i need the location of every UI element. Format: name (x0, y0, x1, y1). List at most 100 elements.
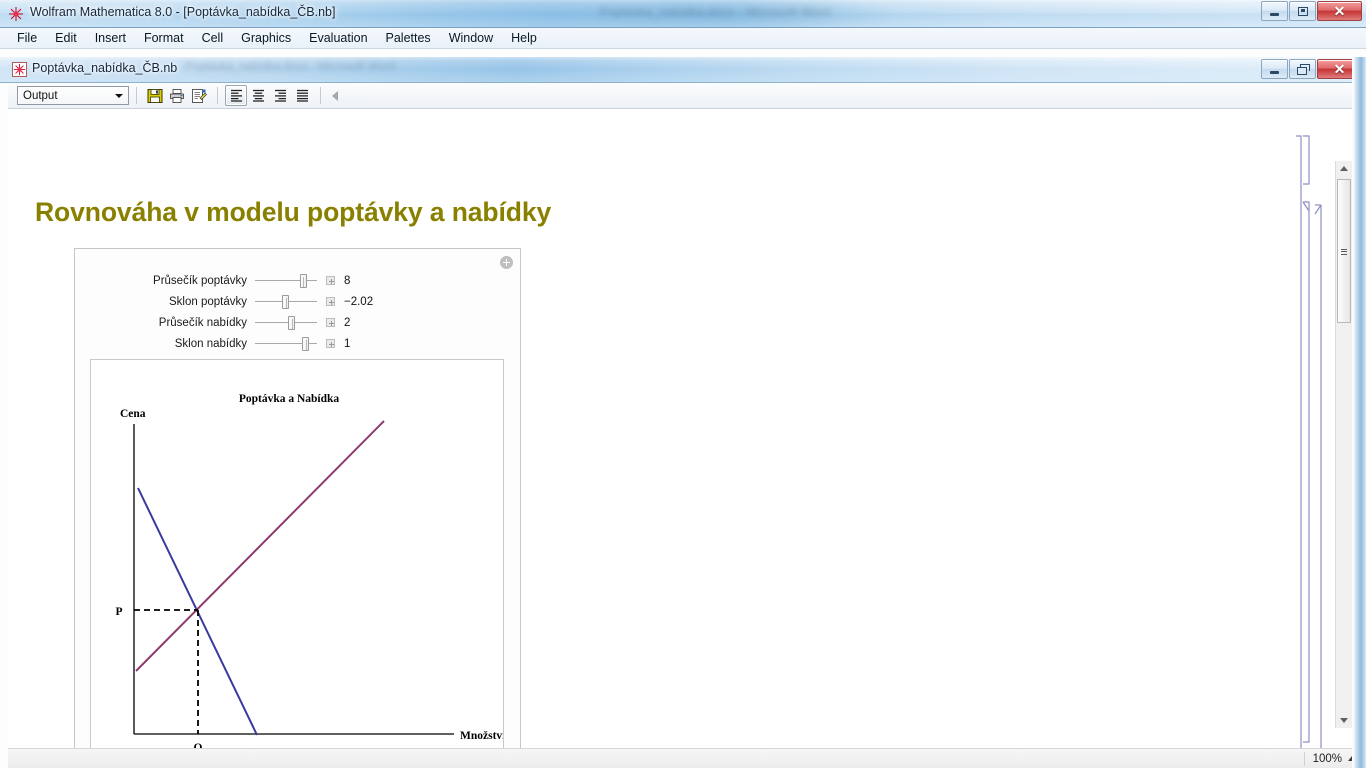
slider-sklon-poptavky[interactable] (255, 294, 317, 310)
save-button[interactable] (144, 85, 166, 106)
menu-bar: File Edit Insert Format Cell Graphics Ev… (0, 28, 1366, 49)
cell-style-select[interactable]: Output (17, 86, 129, 105)
main-window-controls: ✕ (1261, 1, 1362, 21)
triangle-up-icon (1340, 166, 1348, 171)
close-icon: ✕ (1333, 3, 1346, 19)
menu-item-help[interactable]: Help (502, 29, 546, 47)
align-center-button[interactable] (247, 85, 269, 106)
menu-item-cell[interactable]: Cell (193, 29, 233, 47)
slider-prusecik-poptavky[interactable] (255, 273, 317, 289)
notebook-restore-button[interactable] (1289, 59, 1316, 79)
window-right-edge (1352, 57, 1366, 768)
align-right-button[interactable] (269, 85, 291, 106)
align-left-icon (230, 89, 242, 102)
background-window-title-blurred: Poptávka_nabídka.docx - Microsoft Word (600, 5, 831, 19)
print-button[interactable] (166, 85, 188, 106)
slider-knob[interactable] (288, 315, 296, 330)
plot-svg: Poptávka a Nabídka Cena Množství P Q (115, 393, 503, 748)
minimize-button[interactable] (1261, 1, 1288, 21)
toolbar-separator (136, 87, 137, 104)
manipulate-controls: Průsečík poptávky 8 Sklon poptávky −2.02… (75, 270, 520, 354)
page-title: Rovnováha v modelu poptávky a nabídky (35, 197, 552, 227)
align-right-icon (274, 89, 286, 102)
plus-settings-icon[interactable] (500, 256, 513, 269)
control-expand-button[interactable] (326, 297, 335, 306)
minimize-icon (1270, 12, 1279, 16)
background-window-title-blurred-secondary: Poptávka_nabídka.docx - Microsoft Word (185, 61, 396, 73)
cell-bracket-output[interactable] (1302, 201, 1310, 743)
mathematica-application-window: Poptávka_nabídka.docx - Microsoft Word W… (0, 0, 1366, 768)
minimize-icon (1270, 70, 1279, 74)
close-icon: ✕ (1333, 61, 1346, 77)
cell-bracket-title[interactable] (1303, 135, 1310, 185)
toolbar-separator-3 (320, 87, 321, 104)
control-label: Sklon poptávky (169, 295, 247, 308)
control-value: −2.02 (344, 295, 374, 308)
left-arrow-icon[interactable] (332, 90, 338, 101)
align-left-button[interactable] (225, 85, 247, 106)
control-value: 8 (344, 274, 351, 287)
cell-bracket-group[interactable] (1314, 204, 1322, 748)
control-value: 2 (344, 316, 351, 329)
control-row-sklon-poptavky: Sklon poptávky −2.02 (75, 291, 520, 312)
slider-track (255, 322, 317, 323)
slider-knob[interactable] (282, 294, 290, 309)
menu-item-window[interactable]: Window (440, 29, 502, 47)
scroll-grip-icon (1341, 247, 1347, 255)
control-row-prusecik-nabidky: Průsečík nabídky 2 (75, 312, 520, 333)
slider-track (255, 280, 317, 281)
slider-sklon-nabidky[interactable] (255, 336, 317, 352)
y-axis-label: Cena (120, 408, 146, 420)
menu-item-edit[interactable]: Edit (46, 29, 86, 47)
slider-knob[interactable] (302, 336, 310, 351)
control-value: 1 (344, 337, 351, 350)
main-window-title: Wolfram Mathematica 8.0 - [Poptávka_nabí… (30, 5, 336, 19)
close-button[interactable]: ✕ (1317, 1, 1362, 21)
notebook-minimize-button[interactable] (1261, 59, 1288, 79)
control-expand-button[interactable] (326, 276, 335, 285)
print-preview-icon (192, 88, 207, 103)
menu-item-file[interactable]: File (8, 29, 46, 47)
align-justify-icon (296, 89, 308, 102)
printer-icon (170, 88, 184, 103)
cell-bracket-gutter (1296, 109, 1330, 748)
plot-title: Poptávka a Nabídka (239, 393, 340, 405)
maximize-button[interactable] (1289, 1, 1316, 21)
mathematica-spikey-icon (9, 7, 23, 21)
control-expand-button[interactable] (326, 339, 335, 348)
cell-style-value: Output (23, 89, 58, 102)
print-preview-button[interactable] (188, 85, 210, 106)
equilibrium-price-label: P (115, 606, 122, 618)
menu-item-palettes[interactable]: Palettes (377, 29, 440, 47)
notebook-window-controls: ✕ (1261, 59, 1362, 79)
status-bar: 100% (8, 748, 1366, 768)
menu-item-format[interactable]: Format (135, 29, 193, 47)
control-expand-button[interactable] (326, 318, 335, 327)
toolbar-separator-2 (217, 87, 218, 104)
notebook-title-bar: Poptávka_nabídka.docx - Microsoft Word P… (0, 57, 1366, 83)
control-label: Sklon nabídky (174, 337, 247, 350)
restore-icon (1297, 64, 1310, 75)
zoom-level[interactable]: 100% (1313, 753, 1342, 765)
notebook-canvas: Rovnováha v modelu poptávky a nabídky Pr… (8, 109, 1366, 748)
scrollbar-thumb[interactable] (1337, 179, 1351, 323)
vertical-scrollbar[interactable] (1335, 161, 1352, 728)
align-justify-button[interactable] (291, 85, 313, 106)
slider-prusecik-nabidky[interactable] (255, 315, 317, 331)
control-row-sklon-nabidky: Sklon nabídky 1 (75, 333, 520, 354)
notebook-window: Poptávka_nabídka.docx - Microsoft Word P… (0, 57, 1366, 768)
scroll-down-button[interactable] (1336, 713, 1352, 728)
main-title-bar: Poptávka_nabídka.docx - Microsoft Word W… (0, 0, 1366, 28)
scroll-up-button[interactable] (1336, 161, 1352, 176)
supply-demand-plot: Poptávka a Nabídka Cena Množství P Q (90, 359, 504, 748)
cell-bracket-outer[interactable] (1296, 135, 1302, 748)
menu-item-graphics[interactable]: Graphics (232, 29, 300, 47)
maximize-icon (1297, 6, 1308, 16)
align-center-icon (252, 89, 264, 102)
menu-item-evaluation[interactable]: Evaluation (300, 29, 376, 47)
slider-knob[interactable] (299, 273, 307, 288)
notebook-file-name: Poptávka_nabídka_ČB.nb (32, 61, 178, 75)
manipulate-panel: Průsečík poptávky 8 Sklon poptávky −2.02… (74, 248, 521, 748)
status-separator (1303, 751, 1305, 766)
menu-item-insert[interactable]: Insert (86, 29, 135, 47)
